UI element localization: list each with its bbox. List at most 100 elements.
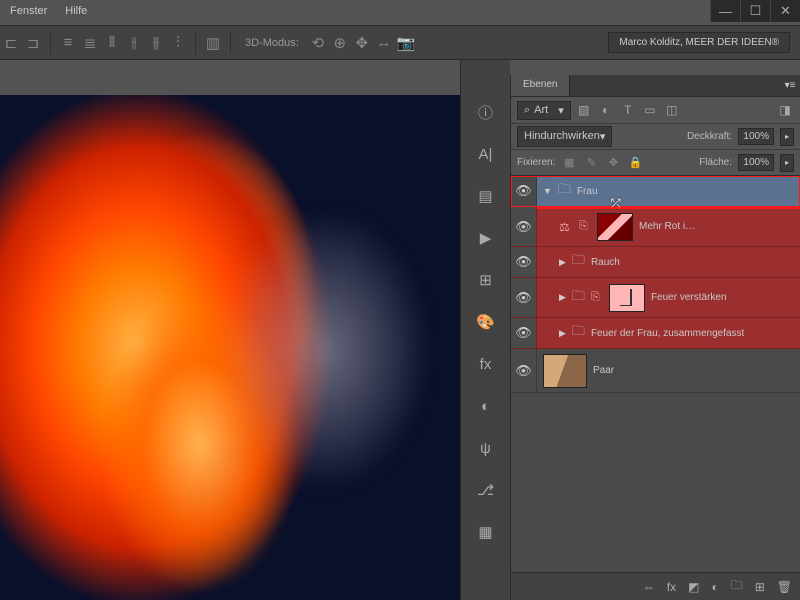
3d-orbit-icon[interactable]: ⟲ — [307, 32, 329, 54]
color-icon[interactable]: 🎨 — [474, 310, 498, 334]
maximize-button[interactable]: ☐ — [740, 0, 770, 22]
3d-slide-icon[interactable]: ↔ — [373, 32, 395, 54]
layers-icon[interactable]: ▤ — [474, 184, 498, 208]
distribute-icon[interactable]: ⫶ — [167, 32, 189, 54]
paths-icon[interactable]: ⎇ — [474, 478, 498, 502]
fill-label: Fläche: — [699, 157, 732, 168]
folder-icon: 🗀 — [572, 287, 585, 309]
history-icon[interactable]: ⓘ — [474, 100, 498, 124]
layers-panel: Ebenen ▾≡ ⌕ Art ▾ ▧ ◐ T ▭ ◫ ◨ Hindurchwi… — [510, 75, 800, 600]
filter-kind-select[interactable]: ⌕ Art ▾ — [517, 101, 571, 120]
filter-pixel-icon[interactable]: ▧ — [575, 102, 593, 118]
window-controls: — ☐ ✕ — [710, 0, 800, 22]
visibility-icon[interactable]: 👁 — [511, 349, 537, 392]
workspace-selector[interactable]: Marco Kolditz, MEER DER IDEEN® — [608, 32, 790, 53]
lock-all-icon[interactable]: 🔒 — [627, 155, 643, 171]
lock-label: Fixieren: — [517, 157, 555, 168]
actions-icon[interactable]: ψ — [474, 436, 498, 460]
fill-value[interactable]: 100% — [738, 154, 774, 171]
folder-icon: 🗀 — [572, 251, 585, 273]
layer-paar[interactable]: 👁 Paar — [511, 349, 800, 393]
distribute-icon[interactable]: ≣ — [79, 32, 101, 54]
trash-icon[interactable]: 🗑 — [777, 580, 792, 594]
panel-menu-icon[interactable]: ▾≡ — [780, 75, 800, 96]
distribute-icon[interactable]: ⫲ — [123, 32, 145, 54]
menu-fenster[interactable]: Fenster — [10, 5, 47, 17]
adjustment-icon: ⚖ — [559, 220, 573, 234]
filter-adjust-icon[interactable]: ◐ — [597, 102, 615, 118]
opacity-flyout-icon[interactable]: ▸ — [780, 128, 794, 146]
chevron-down-icon: ▾ — [600, 130, 606, 143]
align-icon[interactable]: ⊏ — [0, 32, 22, 54]
distribute-icon[interactable]: ⫴ — [101, 32, 123, 54]
filter-smart-icon[interactable]: ◫ — [663, 102, 681, 118]
align-icon[interactable]: ⊐ — [22, 32, 44, 54]
layer-mask-icon[interactable]: ◩ — [688, 580, 699, 594]
fill-flyout-icon[interactable]: ▸ — [780, 154, 794, 172]
lock-pixels-icon[interactable]: ▦ — [561, 155, 577, 171]
channels-icon[interactable]: ▦ — [474, 520, 498, 544]
tab-ebenen[interactable]: Ebenen — [511, 75, 570, 96]
new-group-icon[interactable]: 🗀 — [731, 576, 743, 597]
swatches-icon[interactable]: ⊞ — [474, 268, 498, 292]
layer-name[interactable]: Mehr Rot i… — [639, 221, 695, 232]
disclosure-open-icon[interactable]: ▼ — [543, 186, 552, 196]
layer-list: 👁 ▼ 🗀 Frau ⤱ 👁 ⚖ ⎘ Mehr Rot i… 👁 — [511, 175, 800, 572]
3d-roll-icon[interactable]: ⊕ — [329, 32, 351, 54]
layer-group-feuer-verstaerken[interactable]: 👁 ▶ 🗀 ⎘ Feuer verstärken — [511, 278, 800, 318]
layer-mask-thumb[interactable] — [609, 284, 645, 312]
lock-position-icon[interactable]: ✥ — [605, 155, 621, 171]
distribute-icon[interactable]: ⫵ — [145, 32, 167, 54]
styles-icon[interactable]: fx — [474, 352, 498, 376]
arrange-icon[interactable]: ▥ — [202, 32, 224, 54]
filter-shape-icon[interactable]: ▭ — [641, 102, 659, 118]
layer-name[interactable]: Frau — [577, 186, 598, 197]
visibility-icon[interactable]: 👁 — [511, 247, 537, 277]
chevron-down-icon: ▾ — [558, 104, 564, 117]
folder-icon: 🗀 — [572, 322, 585, 344]
layer-group-frau[interactable]: 👁 ▼ 🗀 Frau ⤱ — [511, 176, 800, 207]
3d-mode-label: 3D-Modus: — [245, 37, 299, 49]
layer-mask-thumb[interactable] — [597, 213, 633, 241]
visibility-icon[interactable]: 👁 — [511, 318, 537, 348]
type-icon[interactable]: A| — [474, 142, 498, 166]
close-button[interactable]: ✕ — [770, 0, 800, 22]
layer-fx-icon[interactable]: fx — [667, 580, 676, 594]
link-icon: ⎘ — [579, 220, 591, 233]
filter-toggle-icon[interactable]: ◨ — [776, 102, 794, 118]
3d-camera-icon[interactable]: 📷 — [395, 32, 417, 54]
disclosure-closed-icon[interactable]: ▶ — [559, 328, 566, 339]
opacity-label: Deckkraft: — [687, 131, 732, 142]
layer-group-rauch[interactable]: 👁 ▶ 🗀 Rauch — [511, 247, 800, 278]
layer-name[interactable]: Feuer der Frau, zusammengefasst — [591, 328, 744, 339]
layer-name[interactable]: Rauch — [591, 257, 620, 268]
visibility-icon[interactable]: 👁 — [511, 278, 537, 317]
adjustments-icon[interactable]: ◐ — [474, 394, 498, 418]
minimize-button[interactable]: — — [710, 0, 740, 22]
disclosure-closed-icon[interactable]: ▶ — [559, 257, 566, 268]
new-layer-icon[interactable]: ⊞ — [755, 580, 765, 594]
layer-thumb[interactable] — [543, 354, 587, 388]
menu-hilfe[interactable]: Hilfe — [65, 5, 87, 17]
link-icon: ⎘ — [591, 291, 603, 304]
lock-brush-icon[interactable]: ✎ — [583, 155, 599, 171]
link-layers-icon[interactable]: ⇔ — [643, 580, 655, 594]
disclosure-closed-icon[interactable]: ▶ — [559, 292, 566, 303]
blend-mode-select[interactable]: Hindurchwirken▾ — [517, 126, 612, 147]
visibility-icon[interactable]: 👁 — [511, 176, 537, 206]
layer-name[interactable]: Feuer verstärken — [651, 292, 727, 303]
layers-panel-footer: ⇔ fx ◩ ◐ 🗀 ⊞ 🗑 — [511, 572, 800, 600]
brush-icon[interactable]: ▶ — [474, 226, 498, 250]
visibility-icon[interactable]: 👁 — [511, 207, 537, 246]
menu-bar: Fenster Hilfe — [0, 0, 87, 22]
distribute-icon[interactable]: ≡ — [57, 32, 79, 54]
layer-name[interactable]: Paar — [593, 365, 614, 376]
collapsed-panel-bar: ⓘ A| ▤ ▶ ⊞ 🎨 fx ◐ ψ ⎇ ▦ — [460, 60, 510, 600]
3d-pan-icon[interactable]: ✥ — [351, 32, 373, 54]
layer-group-feuer-frau[interactable]: 👁 ▶ 🗀 Feuer der Frau, zusammengefasst — [511, 318, 800, 349]
adjustment-layer-icon[interactable]: ◐ — [711, 580, 718, 594]
canvas[interactable] — [0, 95, 460, 600]
layer-mehr-rot[interactable]: 👁 ⚖ ⎘ Mehr Rot i… — [511, 207, 800, 247]
filter-type-icon[interactable]: T — [619, 102, 637, 118]
opacity-value[interactable]: 100% — [738, 128, 774, 145]
